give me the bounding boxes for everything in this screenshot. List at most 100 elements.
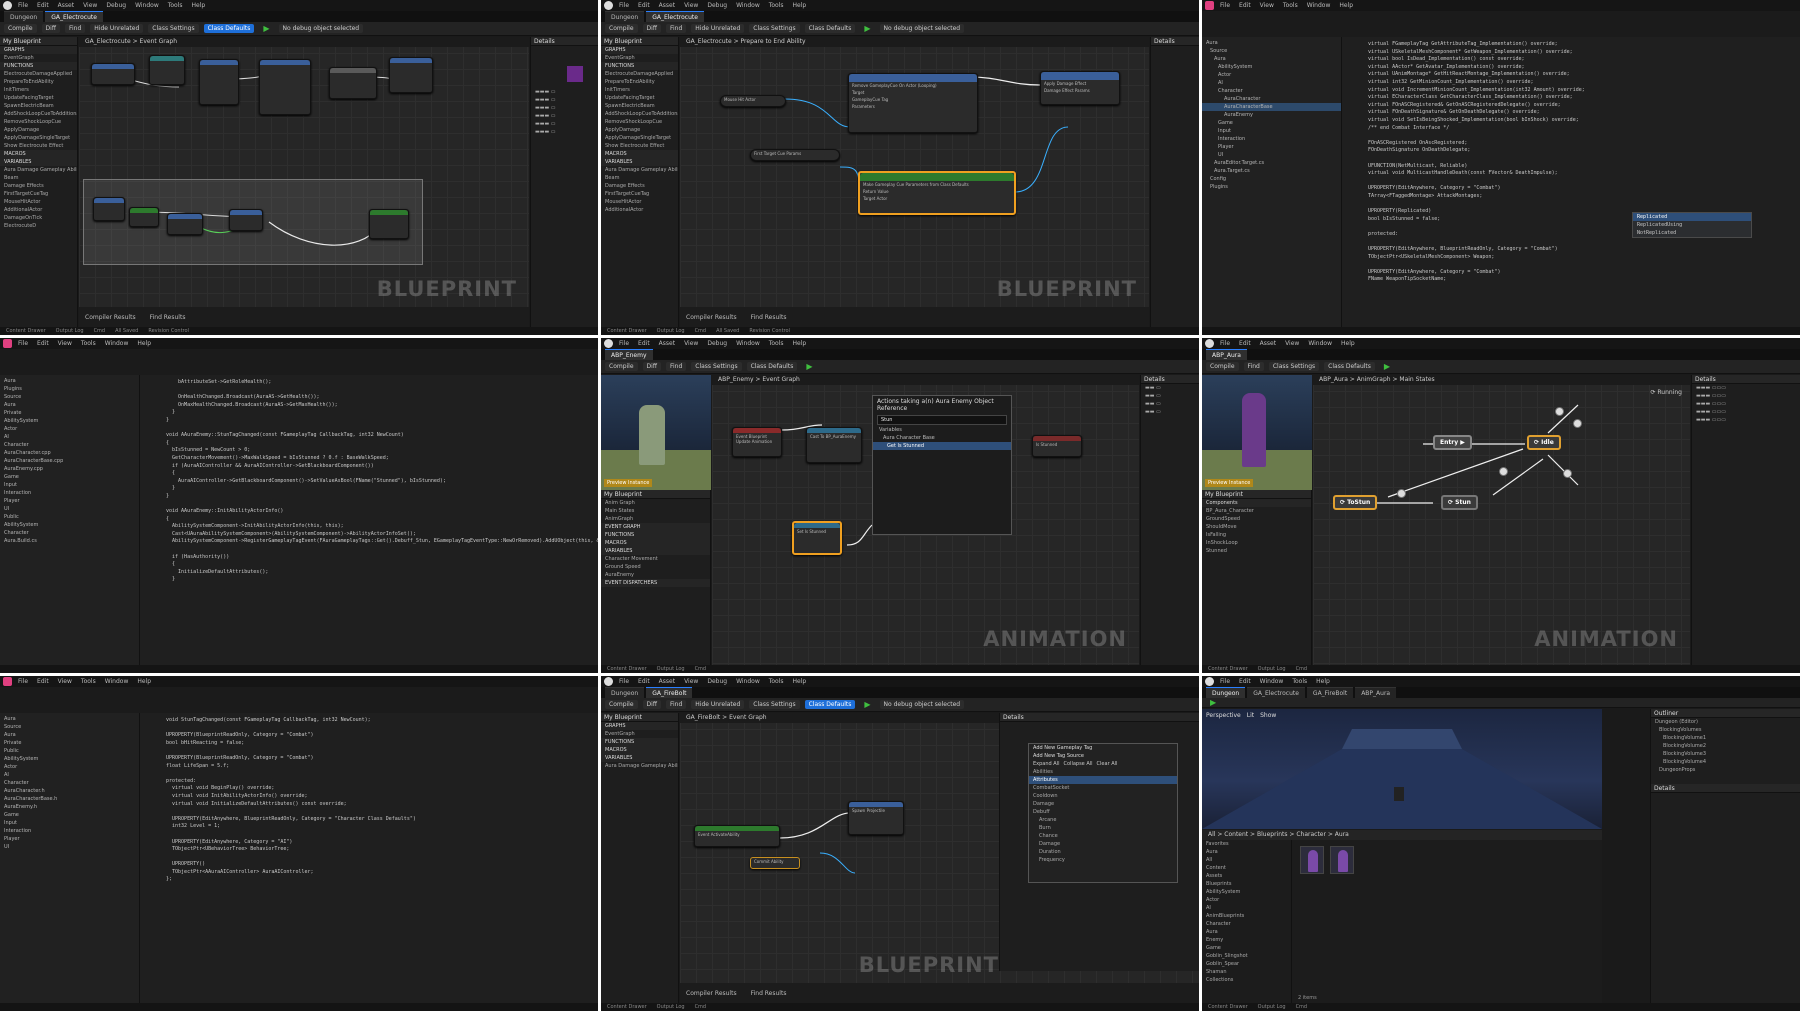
code-line[interactable]	[1368, 155, 1794, 163]
gameplay-tag-picker[interactable]: Add New Gameplay Tag Add New Tag Source …	[1028, 743, 1178, 883]
list-item[interactable]: EventGraph	[0, 54, 77, 62]
code-line[interactable]	[1368, 200, 1794, 208]
tree-item[interactable]: AuraEnemy.cpp	[0, 465, 139, 473]
event-graph-canvas[interactable]: GA_Electrocute > Event Graph Compiler Re…	[79, 37, 529, 327]
list-item[interactable]: AuraEnemy	[601, 571, 710, 579]
tree-item[interactable]: Interaction	[0, 827, 139, 835]
context-action-menu[interactable]: Actions taking a(n) Aura Enemy Object Re…	[872, 395, 1012, 535]
list-item[interactable]: RemoveShockLoopCue	[0, 118, 77, 126]
set-is-stunned-node[interactable]: Set Is Stunned	[792, 521, 842, 555]
list-item[interactable]: SpawnElectricBeam	[0, 102, 77, 110]
tree-item[interactable]: AbilitySystem	[0, 417, 139, 425]
tab-dungeon[interactable]: Dungeon	[605, 687, 645, 698]
tree-item[interactable]: Public	[0, 747, 139, 755]
remove-gameplaycue-node[interactable]: Remove GameplayCue On Actor (Looping) Ta…	[848, 73, 978, 133]
list-item[interactable]: InShockLoop	[1202, 539, 1311, 547]
menu-tools[interactable]: Tools	[1283, 2, 1298, 9]
event-graph-canvas[interactable]: GA_FireBolt > Event Graph Event Activate…	[680, 713, 1199, 1003]
list-item[interactable]: Components	[1202, 499, 1311, 507]
list-item[interactable]: InitTimers	[0, 86, 77, 94]
tree-item[interactable]: AuraEnemy	[1202, 111, 1341, 119]
tab-ga-electrocute[interactable]: GA_Electrocute	[1247, 687, 1305, 698]
list-item[interactable]: BP_Aura_Character	[1202, 507, 1311, 515]
menu-tools[interactable]: Tools	[769, 678, 784, 685]
list-item[interactable]: Damage Effects	[0, 182, 77, 190]
context-search-input[interactable]: Stun	[877, 415, 1007, 425]
code-editor[interactable]: virtual FGameplayTag GetAttributeTag_Imp…	[1342, 37, 1800, 327]
tag-item[interactable]: Duration	[1029, 848, 1177, 856]
list-item[interactable]: IsFalling	[1202, 531, 1311, 539]
hide-unrelated-button[interactable]: Hide Unrelated	[691, 24, 745, 33]
output-log-button[interactable]: Output Log	[1258, 1004, 1286, 1010]
list-item[interactable]: VARIABLES	[601, 158, 678, 166]
tree-item[interactable]: Source	[1202, 47, 1341, 55]
tab-ga-firebolt[interactable]: GA_FireBolt	[646, 687, 693, 698]
tab-compiler-results[interactable]: Compiler Results	[85, 314, 136, 321]
menu-view[interactable]: View	[684, 340, 698, 347]
class-defaults-button[interactable]: Class Defaults	[746, 362, 798, 371]
blueprint-node[interactable]	[329, 67, 377, 99]
tree-item[interactable]: AuraCharacterBase.cpp	[0, 457, 139, 465]
list-item[interactable]: MACROS	[601, 539, 710, 547]
tab-abp-enemy[interactable]: ABP_Enemy	[605, 349, 653, 360]
revision-control-button[interactable]: Revision Control	[749, 328, 790, 334]
tag-item[interactable]: CombatSocket	[1029, 784, 1177, 792]
tree-item[interactable]: AbilitySystem	[0, 521, 139, 529]
tree-item[interactable]: Character	[0, 529, 139, 537]
expand-all-button[interactable]: Expand All	[1033, 761, 1060, 767]
transition-rule-icon[interactable]	[1563, 469, 1572, 478]
cmd-input[interactable]: Cmd	[695, 1004, 707, 1010]
tree-item[interactable]: Goblin_Spear	[1202, 960, 1291, 968]
class-settings-button[interactable]: Class Settings	[1268, 362, 1320, 371]
list-item[interactable]: FUNCTIONS	[601, 531, 710, 539]
list-item[interactable]: DamageOnTick	[0, 214, 77, 222]
menu-window[interactable]: Window	[736, 340, 760, 347]
code-line[interactable]: }	[166, 485, 592, 493]
outliner-item[interactable]: Dungeon (Editor)	[1651, 718, 1800, 726]
tree-item[interactable]: All	[1202, 856, 1291, 864]
menu-view[interactable]: View	[684, 678, 698, 685]
code-line[interactable]	[1368, 178, 1794, 186]
play-icon[interactable]: ▶	[802, 361, 816, 372]
list-item[interactable]: PrepareToEndAbility	[601, 78, 678, 86]
list-item[interactable]: FUNCTIONS	[601, 738, 678, 746]
tree-item[interactable]: AI	[1202, 904, 1291, 912]
code-line[interactable]: virtual ECharacterClass GetCharacterClas…	[1368, 94, 1794, 102]
list-item[interactable]: AddShockLoopCueToAdditional	[0, 110, 77, 118]
class-settings-button[interactable]: Class Settings	[749, 700, 800, 709]
output-log-button[interactable]: Output Log	[657, 1004, 685, 1010]
outliner-item[interactable]: DungeonProps	[1651, 766, 1800, 774]
mouse-hit-actor-node[interactable]: Mouse Hit Actor	[720, 95, 786, 107]
tree-item[interactable]: Private	[0, 409, 139, 417]
hide-unrelated-button[interactable]: Hide Unrelated	[90, 24, 144, 33]
tree-item[interactable]: Game	[1202, 119, 1341, 127]
tag-item[interactable]: Chance	[1029, 832, 1177, 840]
tree-item[interactable]: AuraCharacterBase.h	[0, 795, 139, 803]
apply-damage-effect-node[interactable]: Apply Damage Effect Damage Effect Params	[1040, 71, 1120, 105]
debug-object-dropdown[interactable]: No debug object selected	[879, 700, 965, 709]
menu-help[interactable]: Help	[793, 340, 807, 347]
code-line[interactable]	[1368, 261, 1794, 269]
code-line[interactable]: InitializeDefaultAttributes();	[166, 569, 592, 577]
menu-debug[interactable]: Debug	[707, 2, 727, 9]
list-item[interactable]: EVENT DISPATCHERS	[601, 579, 710, 587]
tree-item[interactable]: Source	[0, 393, 139, 401]
tree-item[interactable]: Shaman	[1202, 968, 1291, 976]
diff-button[interactable]: Diff	[642, 362, 661, 371]
tab-find-results[interactable]: Find Results	[751, 990, 787, 997]
menu-window[interactable]: Window	[736, 2, 760, 9]
tree-item[interactable]: Enemy	[1202, 936, 1291, 944]
menu-help[interactable]: Help	[192, 2, 206, 9]
play-icon[interactable]: ▶	[1380, 361, 1394, 372]
outliner-item[interactable]: BlockingVolume2	[1651, 742, 1800, 750]
list-item[interactable]: EventGraph	[601, 730, 678, 738]
code-line[interactable]: UFUNCTION(NetMulticast, Reliable)	[1368, 163, 1794, 171]
cmd-input[interactable]: Cmd	[1296, 1004, 1308, 1010]
add-new-tag-source-button[interactable]: Add New Tag Source	[1029, 752, 1177, 760]
menu-tools[interactable]: Tools	[769, 2, 784, 9]
list-item[interactable]: EventGraph	[601, 54, 678, 62]
compile-button[interactable]: Compile	[605, 700, 638, 709]
code-line[interactable]: FOnASCRegistered OnAscRegistered;	[1368, 140, 1794, 148]
debug-object-dropdown[interactable]: No debug object selected	[879, 24, 965, 33]
class-defaults-button[interactable]: Class Defaults	[203, 24, 255, 33]
